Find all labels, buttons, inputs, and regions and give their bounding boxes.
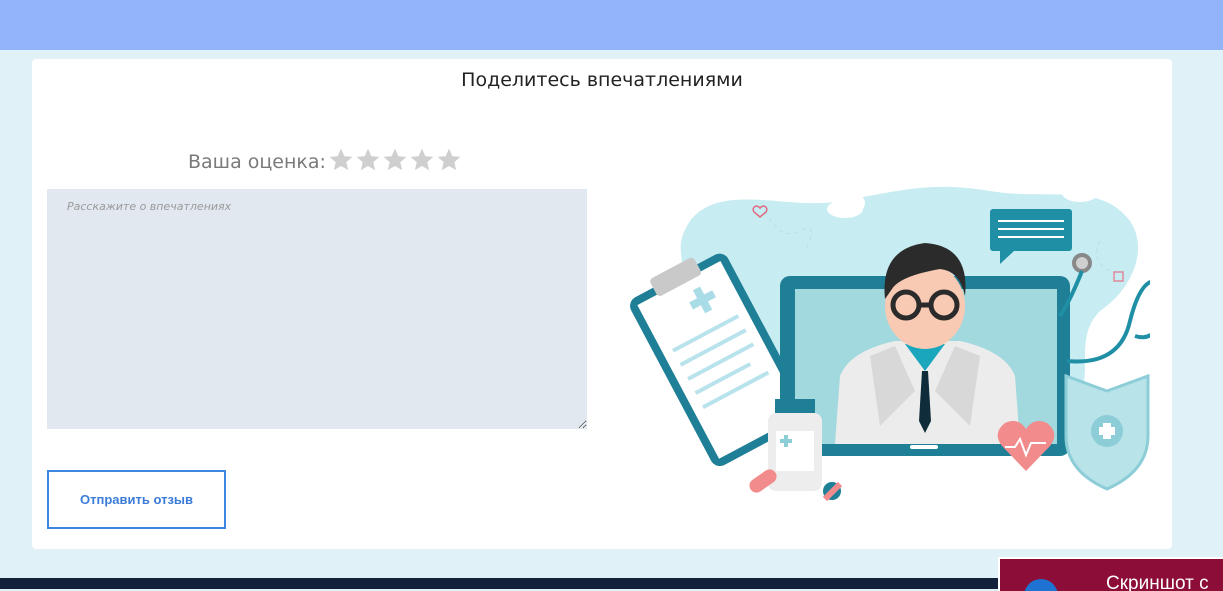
top-header-band (0, 0, 1223, 50)
submit-review-button[interactable]: Отправить отзыв (47, 470, 226, 529)
star-icon-5[interactable] (436, 147, 462, 173)
popup-text: Скриншот с (1106, 573, 1209, 591)
star-icon-1[interactable] (328, 147, 354, 173)
rating-label: Ваша оценка: (188, 151, 326, 173)
shield-plus-icon (1064, 373, 1150, 491)
feedback-card: Поделитесь впечатлениями Ваша оценка: От… (32, 59, 1172, 549)
rating-row: Ваша оценка: (188, 147, 463, 173)
page-title: Поделитесь впечатлениями (461, 69, 743, 91)
app-icon (1024, 579, 1058, 591)
star-rating (328, 147, 463, 173)
doctor-consultation-illustration (630, 179, 1150, 501)
screenshot-popup[interactable]: Скриншот с (998, 557, 1223, 591)
star-icon-3[interactable] (382, 147, 408, 173)
review-textarea[interactable] (47, 189, 587, 429)
star-icon-2[interactable] (355, 147, 381, 173)
star-icon-4[interactable] (409, 147, 435, 173)
